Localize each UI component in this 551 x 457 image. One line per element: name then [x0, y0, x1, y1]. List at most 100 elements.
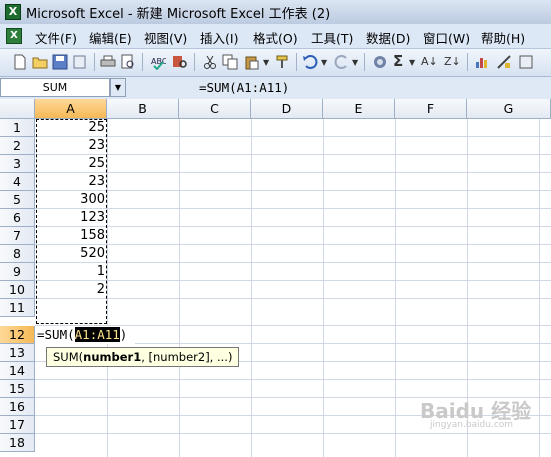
formula-suffix: ) [119, 327, 128, 342]
select-all-corner[interactable] [0, 99, 35, 119]
row-header[interactable]: 6 [0, 209, 35, 227]
paste-icon[interactable] [244, 54, 260, 70]
chevron-down-icon[interactable]: ▼ [409, 58, 415, 67]
cut-icon[interactable] [202, 54, 218, 70]
column-header-d[interactable]: D [251, 99, 323, 119]
sort-descending-icon[interactable]: Z↓ [444, 55, 461, 68]
range-selection-marquee [36, 119, 107, 324]
toolbar-separator [194, 53, 195, 71]
name-box[interactable]: SUM [0, 78, 110, 97]
row-header[interactable]: 4 [0, 173, 35, 191]
column-header-g[interactable]: G [467, 99, 551, 119]
chevron-down-icon[interactable]: ▼ [321, 58, 327, 67]
open-folder-icon[interactable] [32, 54, 48, 70]
row-header[interactable]: 12 [0, 326, 35, 344]
row-header[interactable]: 9 [0, 263, 35, 281]
spelling-icon[interactable]: ABC [150, 54, 166, 70]
research-icon[interactable] [172, 54, 188, 70]
new-file-icon[interactable] [12, 54, 28, 70]
formula-input[interactable]: =SUM(A1:A11) [199, 80, 289, 95]
formula-range-highlight: A1:A11 [74, 327, 120, 342]
gridline [35, 172, 551, 173]
undo-icon[interactable] [302, 54, 318, 70]
print-preview-icon[interactable] [120, 54, 136, 70]
column-header-f[interactable]: F [395, 99, 467, 119]
permission-icon[interactable] [72, 54, 88, 70]
save-icon[interactable] [52, 54, 68, 70]
row-header[interactable]: 16 [0, 398, 35, 416]
row-header[interactable]: 10 [0, 281, 35, 299]
title-bar: X Microsoft Excel - 新建 Microsoft Excel 工… [0, 0, 551, 25]
autosum-icon[interactable]: Σ [393, 52, 403, 70]
menu-window[interactable]: 窗口(W) [423, 28, 470, 47]
gridline [35, 379, 551, 380]
hyperlink-icon[interactable] [372, 54, 388, 70]
formula-prefix: =SUM( [37, 327, 75, 342]
workbook-icon[interactable]: X [6, 28, 22, 44]
chevron-down-icon[interactable]: ▼ [352, 58, 358, 67]
format-painter-icon[interactable] [274, 54, 290, 70]
chart-wizard-icon[interactable] [474, 54, 490, 70]
toolbar-separator [467, 53, 468, 71]
drawing-icon[interactable] [496, 54, 512, 70]
menu-format[interactable]: 格式(O) [253, 28, 298, 47]
gridline [35, 298, 551, 299]
redo-icon[interactable] [334, 54, 350, 70]
menu-data[interactable]: 数据(D) [366, 28, 410, 47]
menu-insert[interactable]: 插入(I) [200, 28, 238, 47]
column-header-e[interactable]: E [323, 99, 395, 119]
sort-ascending-icon[interactable]: A↓ [421, 55, 438, 68]
row-header[interactable]: 18 [0, 434, 35, 452]
gridline [323, 119, 324, 457]
row-header[interactable]: 15 [0, 380, 35, 398]
gridline [539, 119, 540, 457]
gridline [179, 119, 180, 457]
row-header[interactable]: 7 [0, 227, 35, 245]
column-header-a[interactable]: A [35, 99, 107, 119]
tooltip-rest: , [number2], ...) [141, 350, 233, 364]
menu-help[interactable]: 帮助(H) [481, 28, 525, 47]
row-header[interactable]: 2 [0, 137, 35, 155]
menu-tools[interactable]: 工具(T) [311, 28, 353, 47]
chevron-down-icon[interactable]: ▼ [263, 58, 269, 67]
row-header[interactable]: 8 [0, 245, 35, 263]
window-title: Microsoft Excel - 新建 Microsoft Excel 工作表… [26, 7, 331, 22]
column-header-c[interactable]: C [179, 99, 251, 119]
row-header[interactable]: 14 [0, 362, 35, 380]
row-header[interactable]: 13 [0, 344, 35, 362]
gridline [35, 190, 551, 191]
standard-toolbar: ABC ▼ ▼ ▼ Σ ▼ A↓ Z↓ [0, 49, 551, 77]
menu-file[interactable]: 文件(F) [35, 28, 77, 47]
gridline [35, 244, 551, 245]
gridline [251, 119, 252, 457]
print-icon[interactable] [100, 54, 116, 70]
tooltip-function: SUM( [53, 350, 84, 364]
toolbar-separator [142, 53, 143, 71]
cell-a12-formula[interactable]: =SUM(A1:A11) [37, 327, 127, 343]
gridline [395, 119, 396, 457]
row-header[interactable]: 5 [0, 191, 35, 209]
excel-app-icon[interactable]: X [5, 4, 21, 20]
gridline [35, 262, 551, 263]
row-header[interactable]: 17 [0, 416, 35, 434]
gridline [107, 119, 108, 457]
gridline [35, 136, 551, 137]
baidu-watermark-url: jingyan.baidu.com [430, 420, 514, 430]
toolbar-separator [94, 53, 95, 71]
toolbar-separator [296, 53, 297, 71]
menu-edit[interactable]: 编辑(E) [89, 28, 132, 47]
zoom-icon[interactable] [518, 54, 534, 70]
menu-view[interactable]: 视图(V) [144, 28, 187, 47]
menu-bar: X 文件(F) 编辑(E) 视图(V) 插入(I) 格式(O) 工具(T) 数据… [0, 24, 551, 49]
function-argument-tooltip[interactable]: SUM(number1, [number2], ...) [46, 347, 240, 367]
gridline [35, 208, 551, 209]
name-box-dropdown-icon[interactable]: ▼ [110, 78, 126, 97]
gridline [35, 433, 551, 434]
toolbar-separator [364, 53, 365, 71]
svg-text:ABC: ABC [151, 57, 166, 66]
row-header[interactable]: 11 [0, 299, 35, 317]
copy-icon[interactable] [222, 54, 238, 70]
row-header[interactable]: 3 [0, 155, 35, 173]
row-header[interactable]: 1 [0, 119, 35, 137]
column-header-b[interactable]: B [107, 99, 179, 119]
